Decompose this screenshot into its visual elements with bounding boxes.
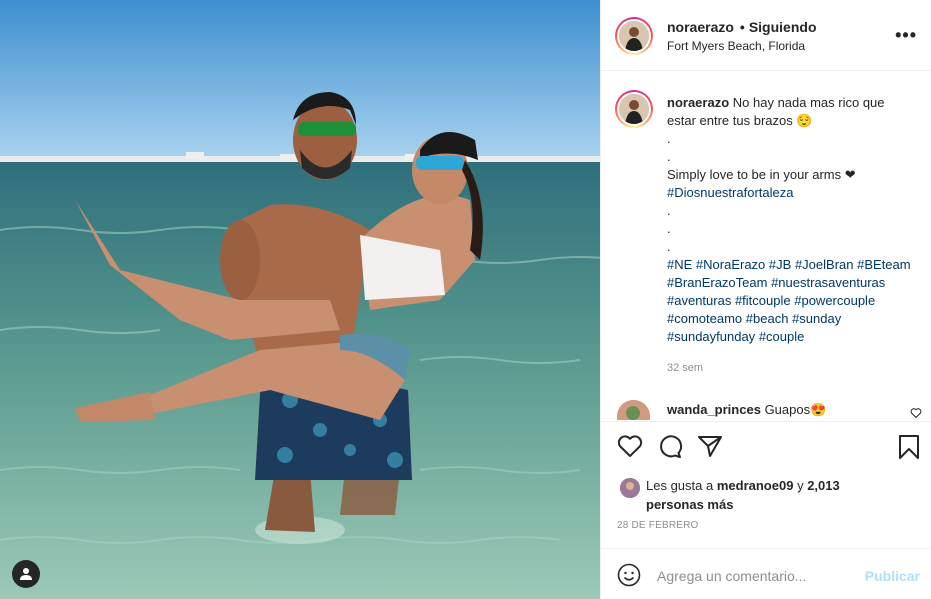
hashtag-link[interactable]: #JB — [769, 257, 791, 272]
hashtag-link[interactable]: #BranErazoTeam — [667, 275, 767, 290]
caption-dot: . — [667, 203, 671, 218]
hashtag-link[interactable]: #NoraErazo — [696, 257, 765, 272]
post-header: noraerazo • Siguiendo Fort Myers Beach, Fl… — [601, 0, 931, 71]
comment-username[interactable]: wanda_princes — [667, 402, 761, 417]
emoji-icon[interactable] — [617, 563, 641, 592]
commenter-avatar[interactable] — [617, 400, 650, 420]
comment-input[interactable] — [657, 565, 857, 587]
likes-text: Les gusta a medranoe09 y 2,013 personas … — [646, 476, 856, 514]
caption-username[interactable]: noraerazo — [667, 95, 729, 110]
hashtag-link[interactable]: #fitcouple — [735, 293, 791, 308]
post-photo[interactable] — [0, 0, 600, 599]
hashtag-link[interactable]: #couple — [759, 329, 805, 344]
hashtag-link[interactable]: #BEteam — [857, 257, 910, 272]
hashtag-link[interactable]: #JoelBran — [795, 257, 854, 272]
comments-section[interactable]: noraerazo No hay nada mas rico que estar… — [601, 72, 931, 420]
hashtag-link[interactable]: #comoteamo — [667, 311, 742, 326]
bookmark-icon[interactable] — [898, 434, 920, 465]
caption-dot: . — [667, 149, 671, 164]
avatar-image — [619, 94, 649, 124]
post-details-panel: noraerazo • Siguiendo Fort Myers Beach, Fl… — [600, 0, 931, 599]
avatar-image — [620, 478, 640, 498]
caption-text: Simply love to be in your arms ❤ — [667, 167, 856, 182]
add-comment-bar: Publicar — [601, 548, 931, 599]
hashtag-link[interactable]: #sundayfunday — [667, 329, 755, 344]
hashtag-link[interactable]: #beach — [746, 311, 789, 326]
user-icon — [20, 568, 32, 580]
beach-photo — [0, 0, 600, 599]
likes-joiner: y — [797, 478, 804, 493]
comment-like-icon[interactable] — [910, 407, 922, 420]
caption-dot: . — [667, 221, 671, 236]
heart-icon[interactable] — [617, 434, 643, 463]
liker-username[interactable]: medranoe09 — [717, 478, 794, 493]
hashtag-link[interactable]: #nuestrasaventuras — [771, 275, 885, 290]
post-caption: noraerazo No hay nada mas rico que estar… — [667, 94, 917, 346]
post-location[interactable]: Fort Myers Beach, Florida — [667, 39, 805, 53]
likes-prefix: Les gusta a — [646, 478, 714, 493]
comment-text: Guapos😍 — [764, 402, 827, 417]
hashtag-link[interactable]: #NE — [667, 257, 692, 272]
hashtag-link[interactable]: #powercouple — [794, 293, 875, 308]
author-avatar[interactable] — [615, 17, 653, 55]
comment-icon[interactable] — [657, 434, 683, 463]
avatar-image — [617, 400, 650, 420]
hashtag-link[interactable]: #sunday — [792, 311, 841, 326]
tagged-users-button[interactable] — [12, 560, 40, 588]
avatar-image — [619, 21, 649, 51]
publish-button[interactable]: Publicar — [865, 568, 920, 584]
share-icon[interactable] — [697, 434, 723, 463]
hashtag-link[interactable]: #aventuras — [667, 293, 731, 308]
liker-avatar[interactable] — [620, 478, 640, 498]
caption-author-avatar[interactable] — [615, 90, 653, 128]
caption-timestamp[interactable]: 32 sem — [667, 362, 703, 374]
caption-dot: . — [667, 239, 671, 254]
author-username[interactable]: noraerazo — [667, 19, 734, 35]
hashtag-link[interactable]: #Diosnuestrafortaleza — [667, 184, 917, 202]
action-bar — [601, 421, 931, 471]
post-date[interactable]: 28 DE FEBRERO — [617, 520, 699, 531]
separator-dot: • — [739, 19, 745, 35]
follow-status-button[interactable]: Siguiendo — [749, 19, 817, 35]
more-options-icon[interactable]: ••• — [895, 26, 917, 44]
caption-dot: . — [667, 131, 671, 146]
comment-item: wanda_princes Guapos😍 — [667, 402, 826, 418]
